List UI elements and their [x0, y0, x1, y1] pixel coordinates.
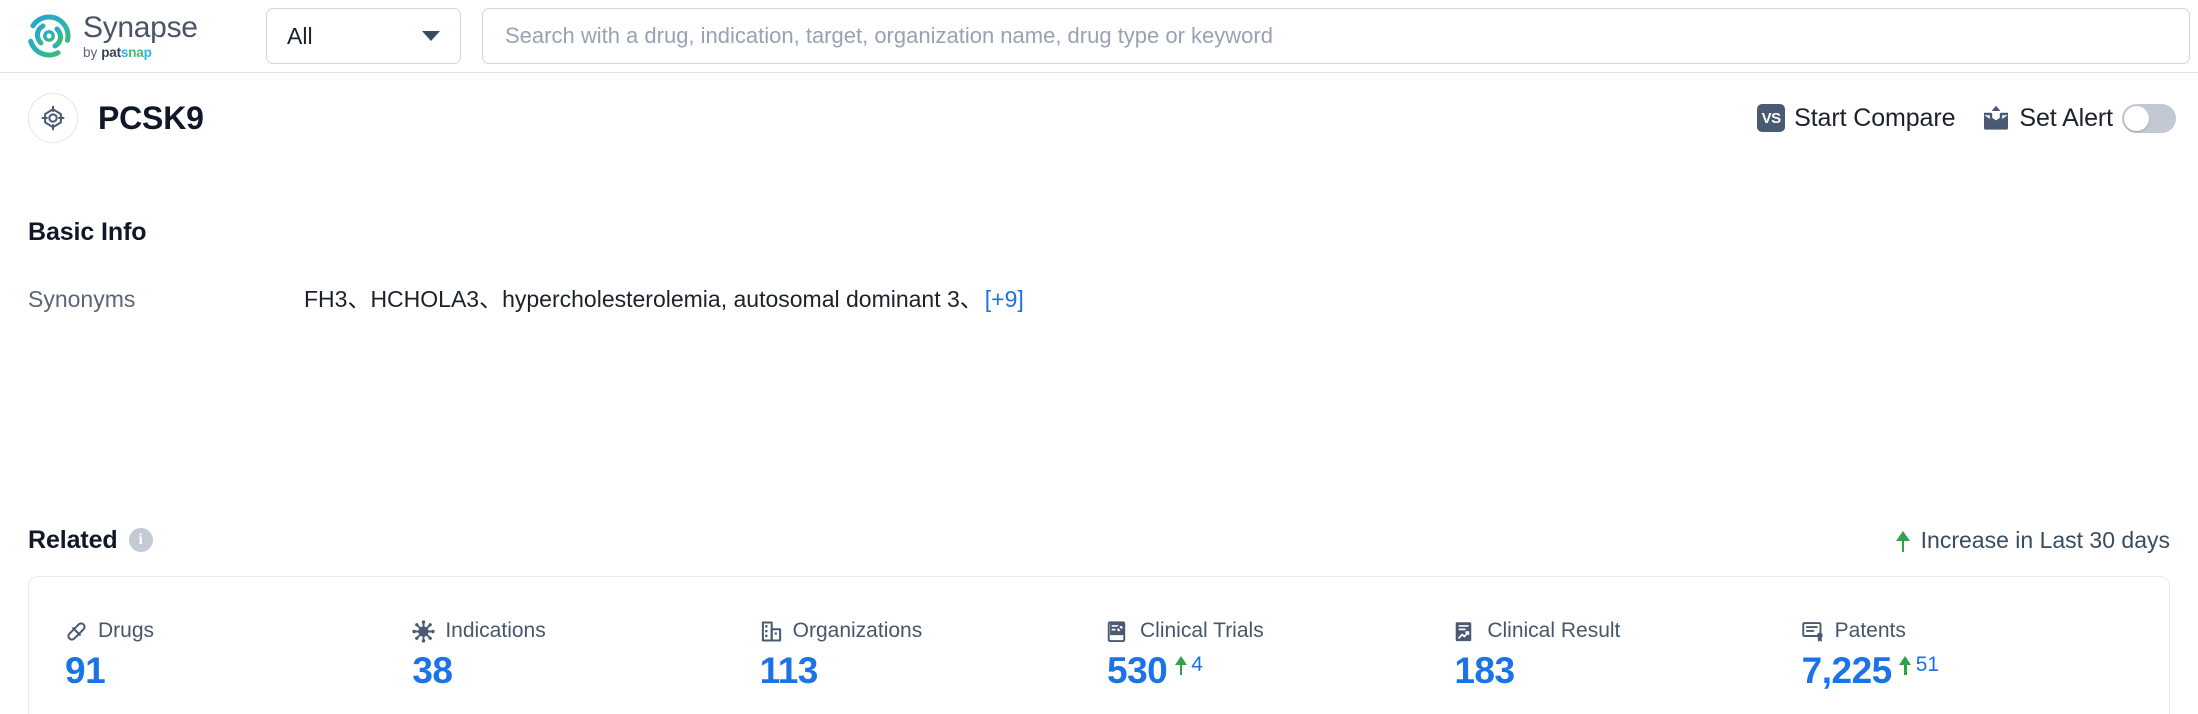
- synonyms-label: Synonyms: [28, 286, 136, 312]
- stat-head: Patents: [1801, 619, 2149, 643]
- stat-label: Drugs: [98, 619, 155, 642]
- patent-icon: [1801, 620, 1825, 643]
- stat-label: Organizations: [792, 619, 923, 642]
- synonyms-value-wrap: FH3、HCHOLA3、hypercholesterolemia, autoso…: [304, 280, 1024, 314]
- brand-by-text: by: [83, 44, 98, 60]
- search-input[interactable]: [505, 23, 2167, 49]
- stat-delta-value: 51: [1915, 653, 1940, 676]
- building-icon: [760, 620, 783, 643]
- envelope-alert-icon: [1982, 105, 2010, 131]
- stat-value-row: 91: [65, 652, 412, 689]
- set-alert-button[interactable]: Set Alert: [1982, 103, 2176, 133]
- start-compare-label: Start Compare: [1794, 103, 1956, 132]
- stat-value[interactable]: 91: [65, 652, 106, 689]
- synonyms-row: Synonyms FH3、HCHOLA3、hypercholesterolemi…: [28, 280, 1024, 314]
- clinical-trial-icon: [1107, 620, 1130, 643]
- entity-identity: PCSK9: [28, 93, 204, 143]
- stat-value-row: 113: [760, 652, 1107, 689]
- stat-value[interactable]: 113: [760, 652, 819, 689]
- brand-wordmark: Synapse by patsnap: [83, 10, 198, 60]
- top-navigation-bar: Synapse by patsnap All: [0, 0, 2198, 73]
- brand-pat-text: pat: [101, 44, 121, 60]
- entity-header-bar: PCSK9 VS Start Compare Set Alert: [0, 73, 2198, 163]
- basic-info-heading: Basic Info: [28, 218, 147, 246]
- increase-legend-label: Increase in Last 30 days: [1920, 526, 2170, 553]
- brand-tagline: by patsnap: [83, 46, 198, 60]
- stat-value-row: 530 4: [1107, 652, 1454, 689]
- stat-label: Patents: [1834, 619, 1906, 642]
- vs-icon: VS: [1757, 104, 1786, 132]
- stat-value[interactable]: 38: [412, 652, 453, 689]
- related-stats-card: Drugs 91 Indications 38 Organizations 11…: [28, 576, 2170, 714]
- arrow-up-icon: [1174, 654, 1187, 675]
- page-body: Basic Info Synonyms FH3、HCHOLA3、hypercho…: [0, 163, 2198, 714]
- search-scope-dropdown[interactable]: All: [266, 8, 461, 64]
- arrow-up-icon: [1899, 654, 1912, 675]
- related-section-header: Related i Increase in Last 30 days: [28, 523, 2170, 557]
- synapse-target-page: Synapse by patsnap All Search with a dru…: [0, 0, 2198, 714]
- stat-value-row: 7,225 51: [1802, 652, 2149, 689]
- stat-head: Organizations: [760, 619, 1107, 643]
- brand-snap-p: p: [143, 44, 152, 60]
- stat-clinical-result[interactable]: Clinical Result 183: [1454, 619, 1801, 689]
- synonyms-more-link[interactable]: [+9]: [985, 286, 1024, 312]
- info-icon[interactable]: i: [128, 528, 153, 552]
- brand-logo-area[interactable]: Synapse by patsnap: [26, 10, 236, 62]
- related-stats-grid: Drugs 91 Indications 38 Organizations 11…: [29, 619, 2169, 714]
- stat-label: Clinical Result: [1487, 619, 1621, 642]
- stat-label: Clinical Trials: [1140, 619, 1264, 642]
- stat-indications[interactable]: Indications 38: [412, 619, 759, 689]
- stat-value[interactable]: 7,225: [1802, 652, 1893, 689]
- stat-delta: 4: [1174, 653, 1203, 676]
- stat-organizations[interactable]: Organizations 113: [760, 619, 1107, 689]
- search-scope-value: All: [287, 22, 313, 49]
- stat-label: Indications: [445, 619, 546, 642]
- stat-head: Indications: [412, 619, 759, 643]
- stat-clinical-trials[interactable]: Clinical Trials 530 4: [1107, 619, 1454, 689]
- global-search-box[interactable]: [482, 8, 2190, 64]
- synapse-logo-icon: [26, 13, 72, 59]
- stat-value-row: 183: [1454, 652, 1801, 689]
- set-alert-label: Set Alert: [2019, 103, 2113, 132]
- virus-icon: [412, 619, 435, 643]
- stat-delta-value: 4: [1191, 653, 1203, 676]
- stat-head: Drugs: [65, 619, 412, 643]
- set-alert-toggle[interactable]: [2122, 103, 2176, 133]
- stat-value[interactable]: 530: [1107, 652, 1168, 689]
- stat-head: Clinical Result: [1454, 619, 1801, 643]
- stat-value[interactable]: 183: [1454, 652, 1515, 689]
- start-compare-button[interactable]: VS Start Compare: [1757, 104, 1955, 133]
- related-title-group: Related i: [28, 526, 153, 555]
- entity-actions: VS Start Compare Set Alert: [1757, 103, 2176, 133]
- stat-drugs[interactable]: Drugs 91: [65, 619, 412, 689]
- stat-delta: 51: [1899, 653, 1940, 676]
- stat-head: Clinical Trials: [1107, 619, 1454, 643]
- clinical-result-icon: [1454, 620, 1477, 643]
- related-heading: Related: [28, 525, 118, 554]
- target-crosshair-icon: [28, 93, 78, 143]
- increase-legend: Increase in Last 30 days: [1895, 527, 2170, 554]
- toggle-knob: [2124, 105, 2149, 131]
- stat-value-row: 38: [412, 652, 759, 689]
- stat-patents[interactable]: Patents 7,225 51: [1802, 619, 2149, 689]
- synonyms-value: FH3、HCHOLA3、hypercholesterolemia, autoso…: [304, 286, 983, 312]
- brand-snap-na: na: [128, 44, 144, 60]
- page-title: PCSK9: [98, 99, 204, 136]
- chevron-down-icon: [422, 31, 440, 41]
- arrow-up-icon: [1895, 528, 1911, 552]
- pill-icon: [65, 620, 88, 643]
- brand-name: Synapse: [83, 10, 198, 44]
